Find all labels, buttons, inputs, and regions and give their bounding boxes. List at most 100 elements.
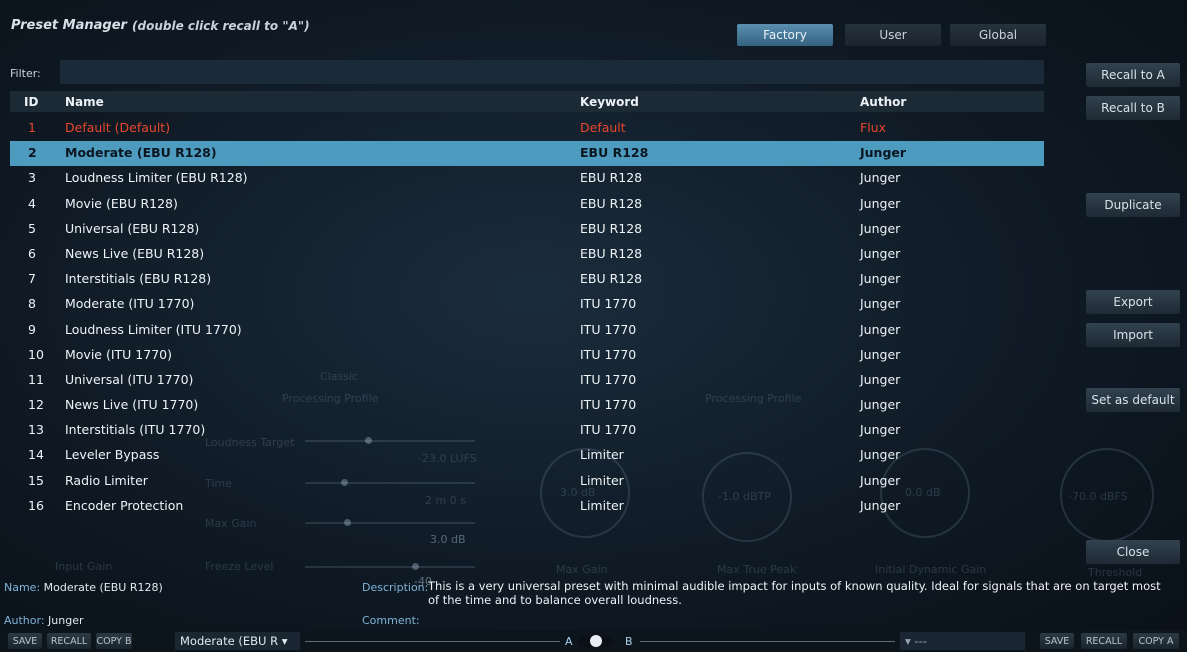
ghost-input-gain-label: Input Gain bbox=[55, 560, 113, 573]
a-label: A bbox=[565, 635, 573, 648]
cell-name: Default (Default) bbox=[65, 120, 171, 135]
table-row[interactable]: 1 Default (Default) Default Flux bbox=[10, 116, 1044, 141]
import-button[interactable]: Import bbox=[1086, 323, 1180, 347]
cell-id: 4 bbox=[28, 195, 36, 211]
comment-label-text: Comment: bbox=[362, 614, 420, 627]
cell-author: Junger bbox=[860, 321, 901, 337]
cell-name: News Live (EBU R128) bbox=[65, 245, 205, 261]
cell-author: Junger bbox=[860, 497, 901, 513]
cell-name: Encoder Protection bbox=[65, 497, 184, 513]
set-as-default-button[interactable]: Set as default bbox=[1086, 388, 1180, 412]
column-header-keyword[interactable]: Keyword bbox=[580, 95, 639, 109]
cell-id: 5 bbox=[28, 220, 36, 236]
table-row[interactable]: 13 Interstitials (ITU 1770) ITU 1770 Jun… bbox=[10, 418, 1044, 443]
cell-keyword: Limiter bbox=[580, 497, 624, 513]
column-header-name[interactable]: Name bbox=[65, 95, 104, 109]
filter-input[interactable] bbox=[60, 60, 1044, 84]
recall-right-button[interactable]: RECALL bbox=[1081, 633, 1127, 649]
cell-keyword: ITU 1770 bbox=[580, 296, 637, 312]
table-header: ID Name Keyword Author bbox=[10, 91, 1044, 112]
cell-keyword: ITU 1770 bbox=[580, 321, 637, 337]
column-header-author[interactable]: Author bbox=[860, 95, 906, 109]
table-row[interactable]: 2 Moderate (EBU R128) EBU R128 Junger bbox=[10, 141, 1044, 167]
cell-name: Leveler Bypass bbox=[65, 447, 160, 463]
cell-id: 14 bbox=[28, 447, 44, 463]
table-row[interactable]: 4 Movie (EBU R128) EBU R128 Junger bbox=[10, 192, 1044, 217]
cell-id: 10 bbox=[28, 346, 44, 362]
table-row[interactable]: 5 Universal (EBU R128) EBU R128 Junger bbox=[10, 217, 1044, 242]
table-row[interactable]: 10 Movie (ITU 1770) ITU 1770 Junger bbox=[10, 343, 1044, 368]
cell-keyword: EBU R128 bbox=[580, 170, 643, 186]
cell-keyword: EBU R128 bbox=[580, 195, 643, 211]
cell-name: Interstitials (EBU R128) bbox=[65, 271, 212, 287]
cell-name: Loudness Limiter (EBU R128) bbox=[65, 170, 248, 186]
table-row[interactable]: 14 Leveler Bypass Limiter Junger bbox=[10, 443, 1044, 468]
column-header-id[interactable]: ID bbox=[24, 95, 38, 109]
ghost-freeze-level-label: Freeze Level bbox=[205, 560, 274, 573]
preset-name-info: Name: Moderate (EBU R128) bbox=[4, 581, 163, 594]
cell-keyword: ITU 1770 bbox=[580, 346, 637, 362]
ghost-max-gain-value: 3.0 dB bbox=[430, 533, 466, 546]
ghost-slider bbox=[305, 522, 475, 524]
table-row[interactable]: 3 Loudness Limiter (EBU R128) EBU R128 J… bbox=[10, 166, 1044, 191]
copy-b-button[interactable]: COPY B bbox=[96, 633, 132, 649]
cell-name: Interstitials (ITU 1770) bbox=[65, 422, 206, 438]
cell-id: 3 bbox=[28, 170, 36, 186]
preset-select-a[interactable]: Moderate (EBU R ▾ bbox=[175, 632, 300, 650]
table-row[interactable]: 7 Interstitials (EBU R128) EBU R128 Jung… bbox=[10, 267, 1044, 292]
preset-list: 1 Default (Default) Default Flux 2 Moder… bbox=[10, 116, 1044, 519]
preset-manager-window: Loudness Target -23.0 LUFS Time 2 m 0 s … bbox=[0, 0, 1187, 652]
cell-id: 1 bbox=[28, 120, 36, 135]
ghost-slider-handle bbox=[412, 563, 419, 570]
table-row[interactable]: 16 Encoder Protection Limiter Junger bbox=[10, 494, 1044, 519]
ab-track-left bbox=[305, 641, 560, 642]
table-row[interactable]: 9 Loudness Limiter (ITU 1770) ITU 1770 J… bbox=[10, 318, 1044, 343]
cell-id: 2 bbox=[28, 145, 37, 161]
filter-label: Filter: bbox=[10, 67, 41, 80]
cell-name: Universal (EBU R128) bbox=[65, 220, 200, 236]
cell-keyword: ITU 1770 bbox=[580, 371, 637, 387]
recall-to-b-button[interactable]: Recall to B bbox=[1086, 96, 1180, 120]
cell-id: 16 bbox=[28, 497, 44, 513]
duplicate-button[interactable]: Duplicate bbox=[1086, 193, 1180, 217]
table-row[interactable]: 15 Radio Limiter Limiter Junger bbox=[10, 469, 1044, 494]
table-row[interactable]: 6 News Live (EBU R128) EBU R128 Junger bbox=[10, 242, 1044, 267]
export-button[interactable]: Export bbox=[1086, 290, 1180, 314]
cell-keyword: EBU R128 bbox=[580, 245, 643, 261]
cell-author: Junger bbox=[860, 170, 901, 186]
cell-id: 12 bbox=[28, 397, 44, 413]
ghost-initial-dynamic-gain-label: Initial Dynamic Gain bbox=[875, 563, 987, 576]
description-value[interactable]: This is a very universal preset with min… bbox=[428, 579, 1173, 607]
name-value[interactable]: Moderate (EBU R128) bbox=[44, 581, 163, 594]
author-value[interactable]: Junger bbox=[48, 614, 83, 627]
tab-global[interactable]: Global bbox=[950, 24, 1046, 46]
close-button[interactable]: Close bbox=[1086, 540, 1180, 564]
cell-id: 9 bbox=[28, 321, 36, 337]
cell-author: Junger bbox=[860, 145, 907, 161]
ghost-threshold-label: Threshold bbox=[1088, 566, 1143, 579]
window-title: Preset Manager bbox=[11, 18, 127, 33]
save-right-button[interactable]: SAVE bbox=[1040, 633, 1074, 649]
cell-author: Junger bbox=[860, 397, 901, 413]
tab-factory[interactable]: Factory bbox=[737, 24, 833, 46]
cell-author: Junger bbox=[860, 296, 901, 312]
recall-to-a-button[interactable]: Recall to A bbox=[1086, 63, 1180, 87]
table-row[interactable]: 8 Moderate (ITU 1770) ITU 1770 Junger bbox=[10, 292, 1044, 317]
cell-name: Loudness Limiter (ITU 1770) bbox=[65, 321, 242, 337]
description-label-text: Description: bbox=[362, 581, 429, 594]
cell-keyword: EBU R128 bbox=[580, 145, 649, 161]
table-row[interactable]: 11 Universal (ITU 1770) ITU 1770 Junger bbox=[10, 368, 1044, 393]
tab-user[interactable]: User bbox=[845, 24, 941, 46]
cell-id: 11 bbox=[28, 371, 44, 387]
ab-toggle-knob[interactable] bbox=[590, 635, 602, 647]
cell-author: Flux bbox=[860, 120, 886, 135]
cell-keyword: Default bbox=[580, 120, 626, 135]
cell-id: 6 bbox=[28, 245, 36, 261]
table-row[interactable]: 12 News Live (ITU 1770) ITU 1770 Junger bbox=[10, 393, 1044, 418]
cell-name: Moderate (ITU 1770) bbox=[65, 296, 195, 312]
copy-a-button[interactable]: COPY A bbox=[1133, 633, 1179, 649]
recall-left-button[interactable]: RECALL bbox=[47, 633, 91, 649]
preset-author-info: Author: Junger bbox=[4, 614, 84, 627]
save-left-button[interactable]: SAVE bbox=[8, 633, 42, 649]
preset-select-b[interactable]: ▾ --- bbox=[900, 632, 1025, 650]
